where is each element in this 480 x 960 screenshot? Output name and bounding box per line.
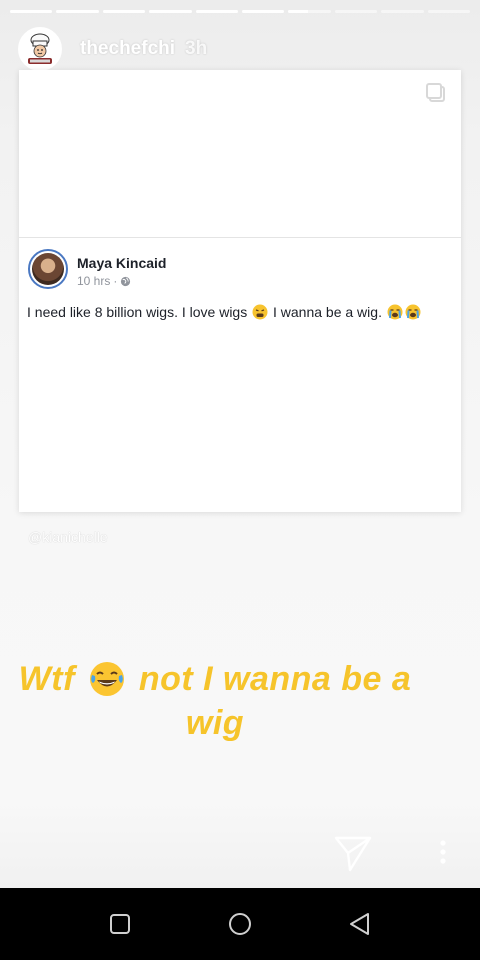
progress-segment [102, 10, 146, 13]
android-nav-bar [0, 888, 480, 960]
caption-line1-start: Wtf [18, 660, 75, 698]
laughing-tears-emoji [89, 662, 124, 696]
card-blank-area [19, 70, 461, 237]
story-caption-text: Wtf not I wanna be a wig [0, 657, 430, 745]
multiple-photos-icon [426, 83, 445, 102]
progress-segment [149, 10, 192, 13]
globe-icon [121, 276, 131, 286]
facebook-post: Maya Kincaid 10 hrs · I need like 8 bill… [19, 238, 461, 512]
progress-segment [427, 10, 471, 13]
post-time: 10 hrs [77, 274, 111, 288]
progress-segment [56, 10, 99, 13]
square-icon[interactable] [106, 910, 134, 938]
shared-post-card: Maya Kincaid 10 hrs · I need like 8 bill… [19, 70, 461, 512]
post-meta: 10 hrs · [77, 274, 131, 288]
crying-face-emoji [387, 304, 403, 320]
progress-segment [288, 10, 331, 13]
more-vertical-icon[interactable] [433, 838, 453, 868]
progress-segment [381, 10, 424, 13]
crying-face-emoji [405, 304, 421, 320]
post-text: I need like 8 billion wigs. I love wigs … [27, 304, 422, 320]
post-author-avatar [28, 249, 68, 289]
post-author-name: Maya Kincaid [77, 255, 167, 271]
progress-segment [10, 10, 53, 13]
shared-post-watermark: @kianichelle [28, 529, 108, 545]
tired-face-emoji [252, 304, 268, 320]
story-time-ago: 3h [185, 38, 208, 59]
chef-avatar-icon[interactable] [18, 27, 62, 71]
story-view[interactable]: thechefchi 3h Maya Kincaid 10 hrs · I ne… [0, 0, 480, 888]
post-text-part-1: I need like 8 billion wigs. I love wigs [27, 304, 252, 320]
circle-icon[interactable] [226, 910, 254, 938]
story-progress-bar [10, 10, 471, 13]
story-username[interactable]: thechefchi [80, 38, 175, 60]
send-icon[interactable] [333, 832, 373, 872]
progress-segment [195, 10, 239, 13]
meta-separator: · [113, 274, 118, 288]
story-header: thechefchi 3h [18, 27, 207, 71]
post-text-part-2: I wanna be a wig. [269, 304, 386, 320]
triangle-back-icon[interactable] [346, 910, 374, 938]
caption-line1-end: not I wanna be a [138, 660, 412, 698]
progress-segment [334, 10, 378, 13]
caption-line2: wig [185, 704, 245, 742]
progress-segment [242, 10, 285, 13]
